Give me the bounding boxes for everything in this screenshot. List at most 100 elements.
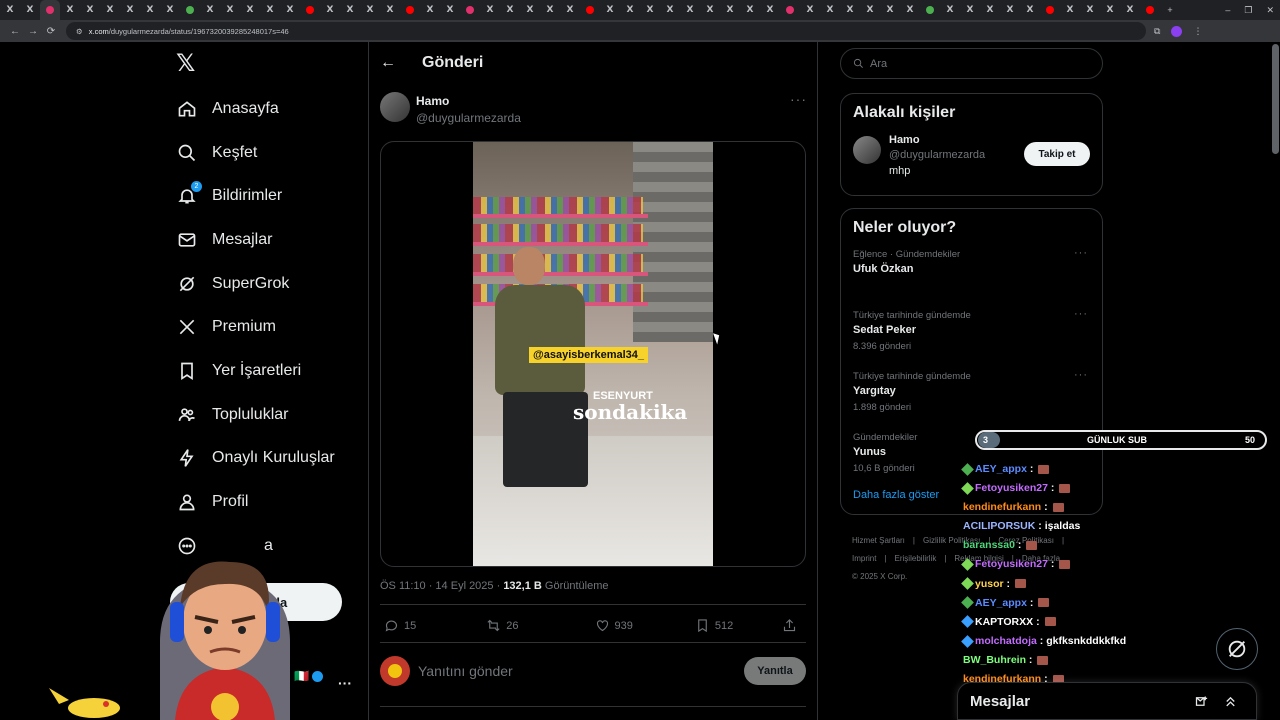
nav-item-keşfet[interactable]: Keşfet [170,131,335,175]
nav-item-onaylı-kuruluşlar[interactable]: Onaylı Kuruluşlar [170,437,335,481]
browser-tab[interactable]: X [840,0,860,20]
bookmark-action[interactable]: 512 [695,618,733,633]
browser-tab[interactable]: X [540,0,560,20]
grok-button[interactable] [1216,628,1258,670]
related-name[interactable]: Hamo [889,134,985,146]
author-avatar[interactable] [380,92,410,122]
browser-tab[interactable]: X [480,0,500,20]
nav-item-bildirimler[interactable]: 2 Bildirimler [170,174,335,218]
back-icon[interactable]: ← [6,26,24,37]
follow-button[interactable]: Takip et [1024,142,1090,166]
browser-tab[interactable]: X [140,0,160,20]
browser-tab[interactable]: X [1000,0,1020,20]
back-arrow-icon[interactable]: ← [380,54,396,72]
forward-icon[interactable]: → [24,26,42,37]
chevron-up-icon[interactable] [1223,694,1238,709]
share-action[interactable] [782,618,802,633]
reply-input[interactable]: Yanıtını gönder [418,663,744,679]
browser-tab[interactable]: X [220,0,240,20]
browser-tab[interactable] [40,0,60,20]
browser-tab[interactable]: X [420,0,440,20]
messages-drawer[interactable]: Mesajlar [957,682,1257,720]
reload-icon[interactable]: ⟳ [42,26,60,37]
search-input[interactable] [870,57,1070,70]
extension-icon[interactable]: ⧉ [1154,26,1160,37]
browser-tab[interactable]: X [360,0,380,20]
browser-tab[interactable]: X [800,0,820,20]
browser-tab[interactable]: X [260,0,280,20]
browser-tab[interactable]: X [740,0,760,20]
browser-tab[interactable]: X [80,0,100,20]
browser-tab[interactable]: X [660,0,680,20]
browser-tab[interactable]: X [880,0,900,20]
related-avatar[interactable] [853,136,881,164]
browser-tab[interactable]: X [960,0,980,20]
browser-tab[interactable]: X [280,0,300,20]
trend-more-icon[interactable]: ··· [1074,247,1088,259]
browser-tab[interactable]: X [340,0,360,20]
like-action[interactable]: 939 [595,618,633,633]
trend-item[interactable]: Eğlence · Gündemdekiler Ufuk Özkan ··· [841,241,1102,302]
my-avatar[interactable] [380,656,410,686]
minimize-button[interactable]: – [1225,5,1230,15]
browser-tab[interactable]: X [1100,0,1120,20]
reply-button[interactable]: Yanıtla [744,657,806,685]
new-message-icon[interactable] [1194,694,1209,709]
author-name[interactable]: Hamo [416,94,521,108]
trend-more-icon[interactable]: ··· [1074,369,1088,381]
browser-tab[interactable]: X [620,0,640,20]
tweet-author[interactable]: Hamo @duygularmezarda [380,92,521,125]
nav-item-mesajlar[interactable]: Mesajlar [170,218,335,262]
footer-link[interactable]: Imprint [852,554,876,563]
profile-avatar-icon[interactable] [1171,25,1183,37]
browser-tab[interactable]: X [560,0,580,20]
browser-tab[interactable]: X [720,0,740,20]
trend-item[interactable]: Türkiye tarihinde gündemde Yargıtay 1.898 … [841,363,1102,424]
browser-tab[interactable]: X [820,0,840,20]
nav-item-topluluklar[interactable]: Topluluklar [170,393,335,437]
address-bar[interactable]: ⚙ x.com /duygularmezarda/status/19673200… [66,22,1146,40]
site-info-icon[interactable]: ⚙ [76,27,83,36]
x-logo-icon[interactable]: 𝕏 [176,52,200,76]
browser-tab[interactable]: X [520,0,540,20]
browser-tab[interactable]: X [860,0,880,20]
video-player[interactable]: @asayisberkemal34_ ESENYURT sondakika [473,142,713,566]
account-more-icon[interactable]: ··· [338,675,352,691]
related-handle[interactable]: @duygularmezarda [889,149,985,161]
browser-tab[interactable]: X [980,0,1000,20]
tweet-more-icon[interactable]: ··· [790,91,807,107]
browser-tab[interactable] [180,0,200,20]
repost-action[interactable]: 26 [486,618,519,633]
browser-tab[interactable]: X [1120,0,1140,20]
browser-tab[interactable]: X [20,0,40,20]
browser-tab[interactable]: X [320,0,340,20]
new-tab-button[interactable]: + [1160,0,1180,20]
trend-more-icon[interactable]: ··· [1074,308,1088,320]
browser-tab[interactable]: X [760,0,780,20]
browser-tab[interactable]: X [1020,0,1040,20]
browser-tab[interactable]: X [120,0,140,20]
menu-icon[interactable]: ⋮ [1193,26,1202,37]
browser-tab[interactable] [780,0,800,20]
browser-tab[interactable]: X [600,0,620,20]
nav-item-anasayfa[interactable]: Anasayfa [170,87,335,131]
reply-action[interactable]: 15 [384,618,416,633]
browser-tab[interactable]: X [940,0,960,20]
browser-tab[interactable]: X [240,0,260,20]
browser-tab[interactable]: X [900,0,920,20]
browser-tab[interactable] [580,0,600,20]
tweet-time[interactable]: ÖS 11:10 · 14 Eyl 2025 · [380,580,503,592]
browser-tab[interactable]: X [100,0,120,20]
close-window-button[interactable]: ✕ [1266,5,1274,16]
page-scrollbar[interactable] [1272,44,1279,154]
footer-link[interactable]: Erişilebilirlik [895,554,937,563]
author-handle[interactable]: @duygularmezarda [416,111,521,125]
browser-tab[interactable]: X [1060,0,1080,20]
browser-tab[interactable]: X [640,0,660,20]
browser-tab[interactable]: X [700,0,720,20]
browser-tab[interactable] [920,0,940,20]
browser-tab[interactable] [1140,0,1160,20]
browser-tab[interactable]: X [380,0,400,20]
trend-item[interactable]: Türkiye tarihinde gündemde Sedat Peker 8.3… [841,302,1102,363]
browser-tab[interactable]: X [500,0,520,20]
